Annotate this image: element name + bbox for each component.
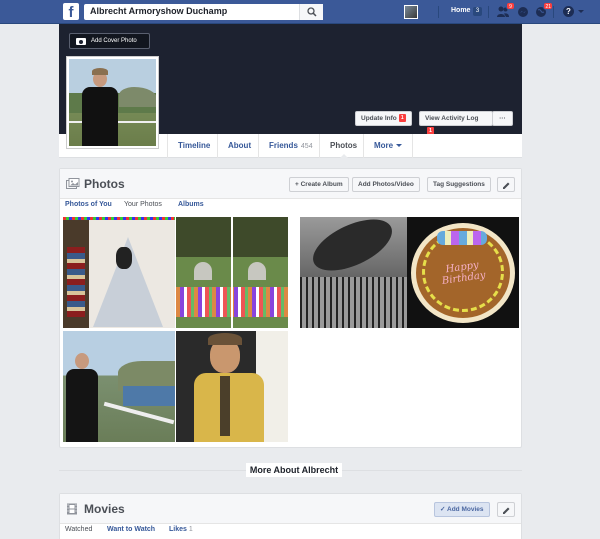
add-cover-photo-label: Add Cover Photo: [91, 38, 137, 44]
photos-header: Photos + Create Album Add Photos/Video T…: [60, 169, 521, 199]
tab-label: Timeline: [178, 141, 211, 150]
camera-icon: [76, 38, 86, 45]
messenger-icon: [518, 7, 528, 17]
activity-log-label: View Activity Log: [425, 115, 479, 122]
facebook-logo-icon[interactable]: f: [63, 3, 79, 20]
subtab-watched[interactable]: Watched: [65, 526, 92, 533]
photos-section: Photos + Create Album Add Photos/Video T…: [59, 168, 522, 448]
likes-count: 1: [188, 526, 193, 533]
movies-title: Movies: [84, 502, 125, 516]
tab-label: Photos: [330, 141, 358, 150]
search-button[interactable]: [299, 4, 323, 20]
add-photos-video-button[interactable]: Add Photos/Video: [352, 177, 420, 192]
photo-thumbnail[interactable]: [63, 331, 175, 442]
pencil-icon: [503, 507, 510, 514]
nav-divider: [553, 6, 554, 18]
chevron-down-icon: [396, 144, 403, 148]
photos-title: Photos: [84, 177, 125, 191]
friends-count: 454: [300, 143, 313, 150]
add-cover-photo-button[interactable]: Add Cover Photo: [69, 33, 150, 49]
tab-photos[interactable]: Photos: [319, 134, 367, 159]
friend-requests-button[interactable]: 9: [496, 2, 515, 19]
subtab-albums[interactable]: Albums: [178, 201, 204, 208]
subtab-want-to-watch[interactable]: Want to Watch: [107, 526, 155, 533]
top-nav-bar: f Albrecht Armoryshow Duchamp Home 3 9 2…: [0, 0, 600, 24]
movies-section: Movies ✓ Add Movies Watched Want to Watc…: [59, 493, 522, 539]
photo-thumbnail[interactable]: [63, 217, 175, 328]
film-icon: [67, 503, 77, 515]
search-input[interactable]: Albrecht Armoryshow Duchamp: [84, 4, 323, 20]
friend-requests-badge: 9: [506, 2, 515, 10]
update-info-button[interactable]: Update Info 1: [355, 111, 412, 126]
tab-label: About: [228, 141, 252, 150]
profile-photo-image: [69, 59, 156, 146]
tab-friends[interactable]: Friends 454: [258, 134, 323, 158]
edit-movies-button[interactable]: [497, 502, 515, 517]
update-info-badge: 1: [398, 114, 406, 123]
profile-avatar-link[interactable]: [404, 5, 418, 19]
subtab-likes[interactable]: Likes 1: [169, 526, 193, 533]
search-input-value: Albrecht Armoryshow Duchamp: [90, 6, 228, 16]
home-link[interactable]: Home: [451, 7, 470, 14]
likes-label: Likes: [169, 526, 187, 533]
messages-button[interactable]: [516, 5, 530, 19]
add-photos-label: Add Photos/Video: [358, 181, 414, 188]
edit-photos-button[interactable]: [497, 177, 515, 192]
tab-label: Friends: [269, 141, 298, 150]
tab-label: More: [374, 141, 394, 150]
more-options-button[interactable]: ···: [492, 111, 513, 126]
photos-icon: [66, 178, 80, 189]
add-movies-button[interactable]: ✓ Add Movies: [434, 502, 490, 517]
movies-header: Movies ✓ Add Movies: [60, 494, 521, 524]
more-dots-icon: ···: [499, 115, 506, 122]
notifications-button[interactable]: 21: [534, 2, 553, 19]
nav-divider: [438, 6, 439, 18]
tag-suggestions-label: Tag Suggestions: [433, 181, 485, 188]
home-count-badge: 3: [473, 7, 482, 16]
notifications-badge: 21: [543, 2, 553, 10]
photo-thumbnail[interactable]: [176, 217, 288, 328]
add-movies-label: ✓ Add Movies: [440, 506, 484, 513]
subtab-your-photos[interactable]: Your Photos: [124, 201, 162, 208]
more-about-heading: More About Albrecht: [246, 463, 342, 477]
photo-thumbnail[interactable]: Happy Birthday: [407, 217, 519, 328]
create-album-button[interactable]: + Create Album: [289, 177, 349, 192]
create-album-label: + Create Album: [295, 181, 343, 188]
search-icon: [307, 7, 317, 17]
pencil-icon: [503, 182, 510, 189]
help-icon[interactable]: ?: [563, 6, 574, 17]
subtab-photos-of-you[interactable]: Photos of You: [65, 201, 112, 208]
view-activity-log-button[interactable]: View Activity Log1: [419, 111, 493, 136]
update-info-label: Update Info: [361, 115, 397, 122]
tab-about[interactable]: About: [217, 134, 261, 158]
tab-timeline[interactable]: Timeline: [167, 134, 220, 158]
nav-divider: [488, 6, 489, 18]
tag-suggestions-button[interactable]: Tag Suggestions: [427, 177, 491, 192]
account-menu-caret-icon[interactable]: [578, 10, 584, 13]
photo-thumbnail[interactable]: [176, 331, 288, 442]
tab-more[interactable]: More: [363, 134, 414, 158]
photo-thumbnail[interactable]: [300, 217, 412, 328]
profile-picture[interactable]: [66, 56, 159, 149]
